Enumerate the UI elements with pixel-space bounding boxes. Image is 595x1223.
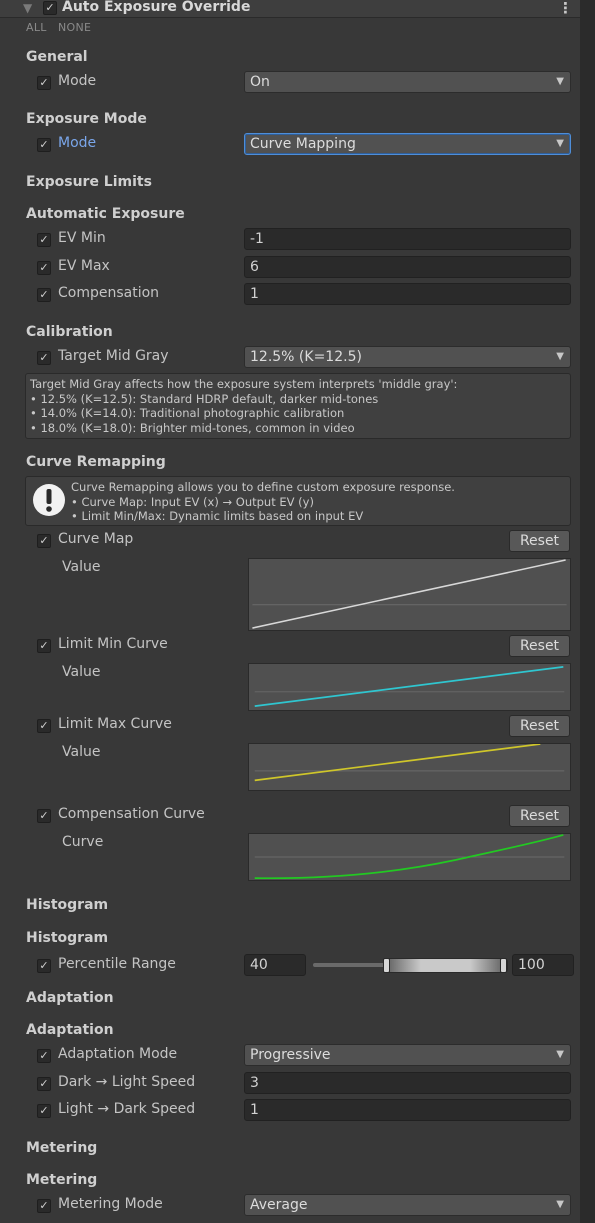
info-line: • Limit Min/Max: Dynamic limits based on… <box>71 509 364 523</box>
limit-min-curve-label: Limit Min Curve <box>58 636 168 652</box>
light-dark-speed-checkbox[interactable]: ✓ <box>37 1104 51 1118</box>
adaptation-mode-dropdown[interactable]: Progressive ▼ <box>244 1044 571 1066</box>
dropdown-arrow-icon: ▼ <box>556 351 564 362</box>
limit-max-value-label: Value <box>62 744 101 760</box>
calibration-help-box: Target Mid Gray affects how the exposure… <box>25 373 571 439</box>
percentile-min-handle[interactable] <box>383 958 390 973</box>
help-line: • 18.0% (K=18.0): Brighter mid-tones, co… <box>30 420 355 435</box>
compensation-curve-checkbox[interactable]: ✓ <box>37 809 51 823</box>
help-line: • 14.0% (K=14.0): Traditional photograph… <box>30 406 345 420</box>
exposure-mode-value: Curve Mapping <box>250 136 356 152</box>
limit-max-curve-field[interactable] <box>248 743 571 791</box>
percentile-range-checkbox[interactable]: ✓ <box>37 959 51 973</box>
adaptation-mode-label: Adaptation Mode <box>58 1046 178 1062</box>
general-mode-value: On <box>250 74 270 90</box>
compensation-curve-reset-button[interactable]: Reset <box>509 805 570 827</box>
limit-min-reset-button[interactable]: Reset <box>509 635 570 657</box>
dark-light-speed-field[interactable]: 3 <box>244 1072 571 1094</box>
help-line: Target Mid Gray affects how the exposure… <box>30 377 458 391</box>
subsection-histogram: Histogram <box>26 930 109 946</box>
component-title: Auto Exposure Override <box>62 0 251 15</box>
ev-min-checkbox[interactable]: ✓ <box>37 233 51 247</box>
general-mode-dropdown[interactable]: On ▼ <box>244 71 571 93</box>
inspector-scrollbar[interactable] <box>580 0 595 1223</box>
component-enabled-checkbox[interactable]: ✓ <box>43 1 57 15</box>
select-none-link[interactable]: NONE <box>58 21 91 34</box>
metering-mode-label: Metering Mode <box>58 1196 163 1212</box>
percentile-slider-range[interactable] <box>383 958 508 973</box>
curve-remapping-info-box: Curve Remapping allows you to define cus… <box>25 476 571 526</box>
section-general: General <box>26 49 88 65</box>
dropdown-arrow-icon: ▼ <box>556 138 564 149</box>
dropdown-arrow-icon: ▼ <box>556 1199 564 1210</box>
exposure-mode-checkbox[interactable]: ✓ <box>37 138 51 152</box>
ev-max-checkbox[interactable]: ✓ <box>37 261 51 275</box>
info-line: Curve Remapping allows you to define cus… <box>71 480 455 494</box>
percentile-max-field[interactable]: 100 <box>512 954 574 976</box>
dropdown-arrow-icon: ▼ <box>556 76 564 87</box>
curve-map-reset-button[interactable]: Reset <box>509 530 570 552</box>
curve-map-checkbox[interactable]: ✓ <box>37 534 51 548</box>
help-line: • 12.5% (K=12.5): Standard HDRP default,… <box>30 391 379 406</box>
limit-max-reset-button[interactable]: Reset <box>509 715 570 737</box>
target-mid-gray-dropdown[interactable]: 12.5% (K=12.5) ▼ <box>244 346 571 368</box>
target-mid-gray-label: Target Mid Gray <box>58 348 169 364</box>
compensation-checkbox[interactable]: ✓ <box>37 288 51 302</box>
compensation-field[interactable]: 1 <box>244 283 571 305</box>
limit-min-curve-checkbox[interactable]: ✓ <box>37 639 51 653</box>
light-dark-speed-field[interactable]: 1 <box>244 1099 571 1121</box>
section-metering: Metering <box>26 1140 98 1156</box>
percentile-max-handle[interactable] <box>500 958 507 973</box>
ev-max-field[interactable]: 6 <box>244 256 571 278</box>
limit-min-curve-field[interactable] <box>248 663 571 711</box>
ev-max-label: EV Max <box>58 258 110 274</box>
section-exposure-mode: Exposure Mode <box>26 111 147 127</box>
section-calibration: Calibration <box>26 324 113 340</box>
foldout-arrow-icon[interactable]: ▼ <box>23 1 32 15</box>
curve-map-value-label: Value <box>62 559 101 575</box>
dark-light-speed-checkbox[interactable]: ✓ <box>37 1077 51 1091</box>
limit-max-curve-label: Limit Max Curve <box>58 716 172 732</box>
percentile-range-label: Percentile Range <box>58 956 176 972</box>
target-mid-gray-checkbox[interactable]: ✓ <box>37 351 51 365</box>
target-mid-gray-value: 12.5% (K=12.5) <box>250 349 362 365</box>
info-line: • Curve Map: Input EV (x) → Output EV (y… <box>71 494 314 509</box>
subsection-metering: Metering <box>26 1172 98 1188</box>
compensation-curve-field[interactable] <box>248 833 571 881</box>
limit-min-value-label: Value <box>62 664 101 680</box>
metering-mode-checkbox[interactable]: ✓ <box>37 1199 51 1213</box>
general-mode-checkbox[interactable]: ✓ <box>37 76 51 90</box>
metering-mode-dropdown[interactable]: Average ▼ <box>244 1194 571 1216</box>
dark-light-speed-label: Dark → Light Speed <box>58 1074 196 1090</box>
curve-map-label: Curve Map <box>58 531 134 547</box>
general-mode-label: Mode <box>58 73 97 89</box>
exposure-mode-label: Mode <box>58 135 97 151</box>
section-curve-remapping: Curve Remapping <box>26 454 166 470</box>
kebab-menu-icon[interactable]: ⋮ <box>558 0 573 17</box>
section-adaptation: Adaptation <box>26 990 114 1006</box>
light-dark-speed-label: Light → Dark Speed <box>58 1101 196 1117</box>
subsection-adaptation: Adaptation <box>26 1022 114 1038</box>
section-histogram: Histogram <box>26 897 109 913</box>
info-exclamation-icon <box>33 484 65 516</box>
adaptation-mode-checkbox[interactable]: ✓ <box>37 1049 51 1063</box>
compensation-curve-label: Compensation Curve <box>58 806 205 822</box>
limit-max-curve-checkbox[interactable]: ✓ <box>37 719 51 733</box>
section-automatic-exposure: Automatic Exposure <box>26 206 185 222</box>
curve-map-curve-field[interactable] <box>248 558 571 631</box>
ev-min-field[interactable]: -1 <box>244 228 571 250</box>
select-all-link[interactable]: ALL <box>26 21 47 34</box>
adaptation-mode-value: Progressive <box>250 1047 331 1063</box>
percentile-min-field[interactable]: 40 <box>244 954 306 976</box>
metering-mode-value: Average <box>250 1197 308 1213</box>
dropdown-arrow-icon: ▼ <box>556 1049 564 1060</box>
section-exposure-limits: Exposure Limits <box>26 174 152 190</box>
compensation-curve-sub-label: Curve <box>62 834 104 850</box>
compensation-label: Compensation <box>58 285 160 301</box>
exposure-mode-dropdown[interactable]: Curve Mapping ▼ <box>244 133 571 155</box>
ev-min-label: EV Min <box>58 230 106 246</box>
